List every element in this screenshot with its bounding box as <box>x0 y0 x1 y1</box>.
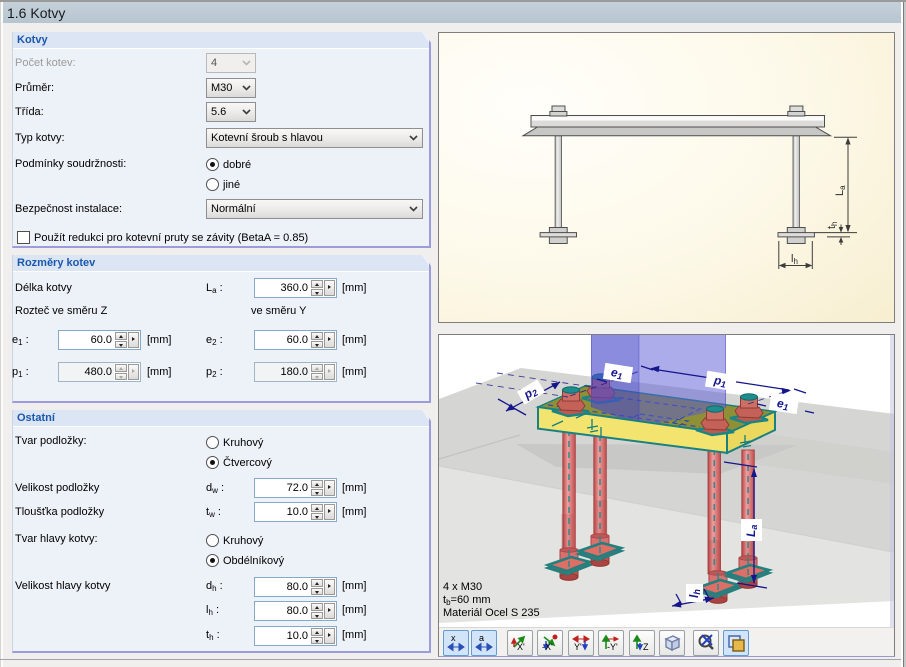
svg-text:x: x <box>451 633 456 643</box>
svg-text:-Y': -Y' <box>607 642 618 652</box>
svg-text:-X': -X' <box>542 642 553 652</box>
svg-text:Materiál Ocel S 235: Materiál Ocel S 235 <box>443 607 540 619</box>
svg-text:a: a <box>479 633 484 643</box>
svg-text:X': X' <box>517 642 525 652</box>
svg-text:Y': Y' <box>574 642 582 652</box>
svg-text:tb=60 mm: tb=60 mm <box>443 594 491 607</box>
svg-text:Z: Z <box>643 642 649 652</box>
svg-text:4 x M30: 4 x M30 <box>443 581 482 593</box>
